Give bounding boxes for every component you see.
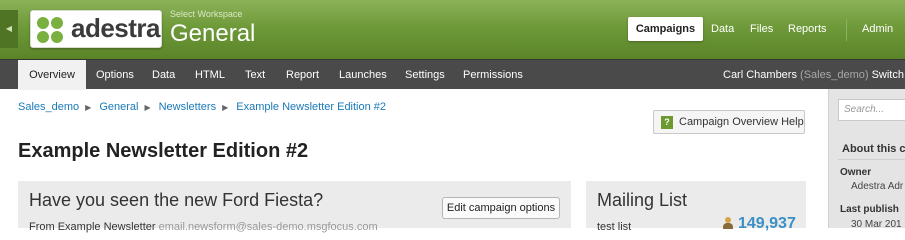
nav-admin[interactable]: Admin <box>862 17 893 41</box>
switch-user-link[interactable]: Switch <box>872 69 904 81</box>
nav-reports[interactable]: Reports <box>788 17 827 41</box>
tab-permissions[interactable]: Permissions <box>463 60 523 90</box>
workspace-label: Select Workspace <box>170 9 243 19</box>
help-icon: ? <box>661 116 673 129</box>
user-info: Carl Chambers (Sales_demo) Switch <box>723 60 904 90</box>
collapse-panel-button[interactable]: ◀ <box>0 10 18 48</box>
logo-wordmark: adestra <box>71 13 161 43</box>
tab-launches[interactable]: Launches <box>339 60 387 90</box>
chevron-right-icon: ▶ <box>222 103 229 112</box>
adestra-logo[interactable]: adestra <box>30 10 162 48</box>
chevron-right-icon: ▶ <box>85 103 92 112</box>
breadcrumb-item[interactable]: Example Newsletter Edition #2 <box>236 101 386 113</box>
right-sidebar: Search... About this c Owner Adestra Adr… <box>828 89 905 228</box>
workspace-selector[interactable]: General <box>170 20 255 48</box>
mailing-list-name[interactable]: test list <box>597 221 631 233</box>
tab-text[interactable]: Text <box>245 60 265 90</box>
page-title: Example Newsletter Edition #2 <box>18 140 309 162</box>
last-published-label: Last publish <box>840 204 899 215</box>
from-line: From Example Newsletter email.newsform@s… <box>29 221 378 233</box>
clover-logo-icon <box>37 17 65 45</box>
help-button-label: Campaign Overview Help <box>679 116 804 128</box>
nav-campaigns[interactable]: Campaigns <box>628 17 703 41</box>
chevron-left-icon: ◀ <box>5 24 13 33</box>
edit-campaign-options-button[interactable]: Edit campaign options <box>442 197 560 219</box>
nav-data[interactable]: Data <box>711 17 734 41</box>
tab-html[interactable]: HTML <box>195 60 225 90</box>
search-input[interactable]: Search... <box>838 99 905 121</box>
about-heading: About this c <box>842 143 905 155</box>
nav-files[interactable]: Files <box>750 17 773 41</box>
chevron-right-icon: ▶ <box>144 103 151 112</box>
campaign-subject-heading: Have you seen the new Ford Fiesta? <box>29 190 324 210</box>
tab-data[interactable]: Data <box>152 60 175 90</box>
tab-report[interactable]: Report <box>286 60 319 90</box>
breadcrumb-item[interactable]: Newsletters <box>159 101 216 113</box>
owner-label: Owner <box>840 167 872 178</box>
sidebar-divider <box>838 159 905 160</box>
breadcrumb: Sales_demo ▶ General ▶ Newsletters ▶ Example N… <box>18 101 392 113</box>
breadcrumb-item[interactable]: Sales_demo <box>18 101 79 113</box>
breadcrumb-item[interactable]: General <box>99 101 138 113</box>
top-bar: ◀ adestra Select Workspace General Campa… <box>0 0 905 59</box>
from-name: From Example Newsletter <box>29 221 156 233</box>
from-email: email.newsform@sales-demo.msgfocus.com <box>158 221 378 233</box>
user-name: Carl Chambers <box>723 69 797 81</box>
campaign-overview-help-button[interactable]: ? Campaign Overview Help <box>653 110 805 134</box>
tab-settings[interactable]: Settings <box>405 60 445 90</box>
campaign-summary-panel: Have you seen the new Ford Fiesta? Edit … <box>18 181 571 233</box>
campaign-tabs: Overview Options Data HTML Text Report L… <box>0 59 905 90</box>
person-icon <box>723 217 733 229</box>
nav-divider <box>846 19 847 41</box>
last-published-value: 30 Mar 201 <box>851 219 902 228</box>
tab-options[interactable]: Options <box>96 60 134 90</box>
user-role: (Sales_demo) <box>800 69 869 81</box>
owner-value: Adestra Adr <box>851 181 904 192</box>
tab-overview[interactable]: Overview <box>18 60 86 90</box>
mailing-list-heading: Mailing List <box>597 190 688 210</box>
recipient-count[interactable]: 149,937 <box>738 215 796 233</box>
mailing-list-panel: Mailing List test list 149,937 <box>586 181 806 233</box>
